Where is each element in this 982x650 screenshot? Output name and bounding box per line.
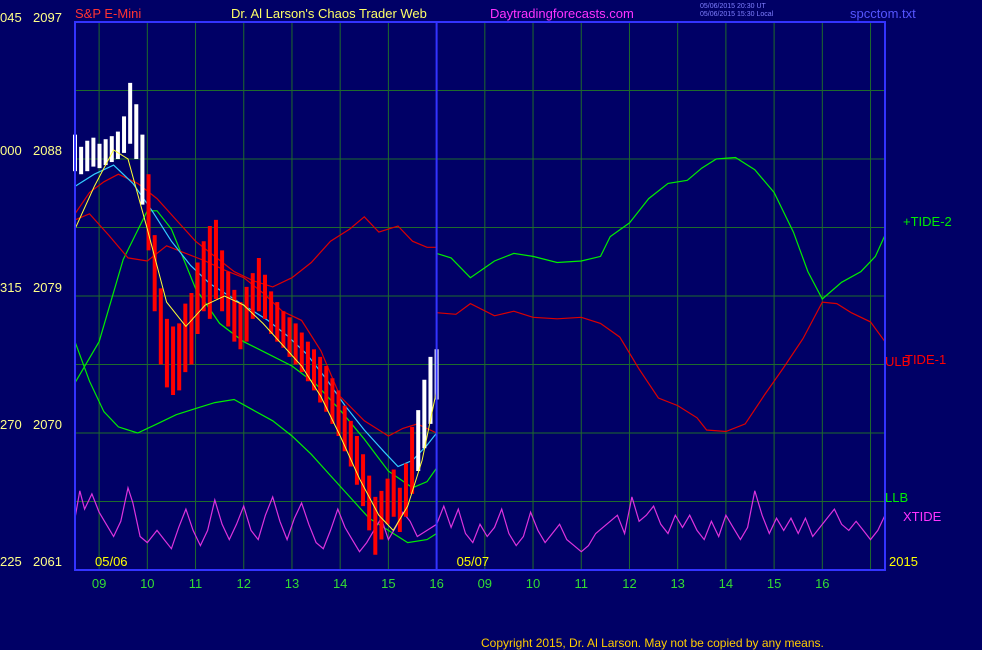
y-tick-label-right: 2097 xyxy=(33,10,62,25)
tide2-line xyxy=(436,156,886,300)
y-tick-label-right: 2061 xyxy=(33,554,62,569)
y-tick-label-left: 045 xyxy=(0,10,22,25)
y-tick-label-left: 000 xyxy=(0,143,22,158)
y-tick-label-right: 2070 xyxy=(33,417,62,432)
y-tick-label-left: 270 xyxy=(0,417,22,432)
price-chart: 045 2097 000 2088 315 2079 270 2070 225 2061 09 10 1… xyxy=(0,10,952,591)
timestamp-utc: 05/06/2015 20:30 UT xyxy=(700,3,766,10)
ulb-line xyxy=(74,173,437,288)
x-tick-label: 11 xyxy=(575,576,589,591)
data-file-name: spcctom.txt xyxy=(850,6,916,21)
year-label: 2015 xyxy=(889,554,918,569)
session-date-label: 05/06 xyxy=(95,554,128,569)
x-tick-label: 12 xyxy=(237,576,251,591)
y-tick-label-right: 2088 xyxy=(33,143,62,158)
x-tick-label: 10 xyxy=(526,576,540,591)
site-url[interactable]: Daytradingforecasts.com xyxy=(490,6,634,21)
series-label-xtide: XTIDE xyxy=(903,509,942,524)
x-tick-label: 16 xyxy=(815,576,829,591)
session-date-label: 05/07 xyxy=(457,554,490,569)
x-tick-label: 10 xyxy=(140,576,154,591)
timestamp-local: 05/06/2015 15:30 Local xyxy=(700,11,774,18)
axis-labels: 045 2097 000 2088 315 2079 270 2070 225 2061 09 10 1… xyxy=(0,10,952,591)
x-tick-label: 14 xyxy=(333,576,347,591)
y-tick-label-left: 225 xyxy=(0,554,22,569)
copyright-notice: Copyright 2015, Dr. Al Larson. May not b… xyxy=(481,636,824,650)
x-tick-label: 16 xyxy=(429,576,443,591)
series-label-llb: LLB xyxy=(885,490,908,505)
x-tick-label: 11 xyxy=(189,576,203,591)
x-tick-label: 12 xyxy=(622,576,636,591)
site-title: Dr. Al Larson's Chaos Trader Web xyxy=(231,6,427,21)
series-label-tide2: +TIDE-2 xyxy=(903,214,952,229)
y-tick-label-left: 315 xyxy=(0,280,22,295)
xtide-line xyxy=(74,485,886,553)
x-tick-label: 13 xyxy=(670,576,684,591)
tide2-line xyxy=(74,210,438,489)
y-tick-label-right: 2079 xyxy=(33,280,62,295)
instrument-title: S&P E-Mini xyxy=(75,6,142,21)
moving-average-yellow xyxy=(74,149,438,532)
x-tick-label: 14 xyxy=(719,576,733,591)
x-tick-label: 09 xyxy=(92,576,106,591)
chart-series xyxy=(73,82,886,555)
moving-average-cyan xyxy=(74,164,438,468)
x-tick-label: 09 xyxy=(478,576,492,591)
x-tick-label: 15 xyxy=(767,576,781,591)
x-tick-label: 15 xyxy=(381,576,395,591)
series-label-tide1: TIDE-1 xyxy=(905,352,946,367)
tide1-line xyxy=(436,301,886,433)
x-tick-label: 13 xyxy=(285,576,299,591)
